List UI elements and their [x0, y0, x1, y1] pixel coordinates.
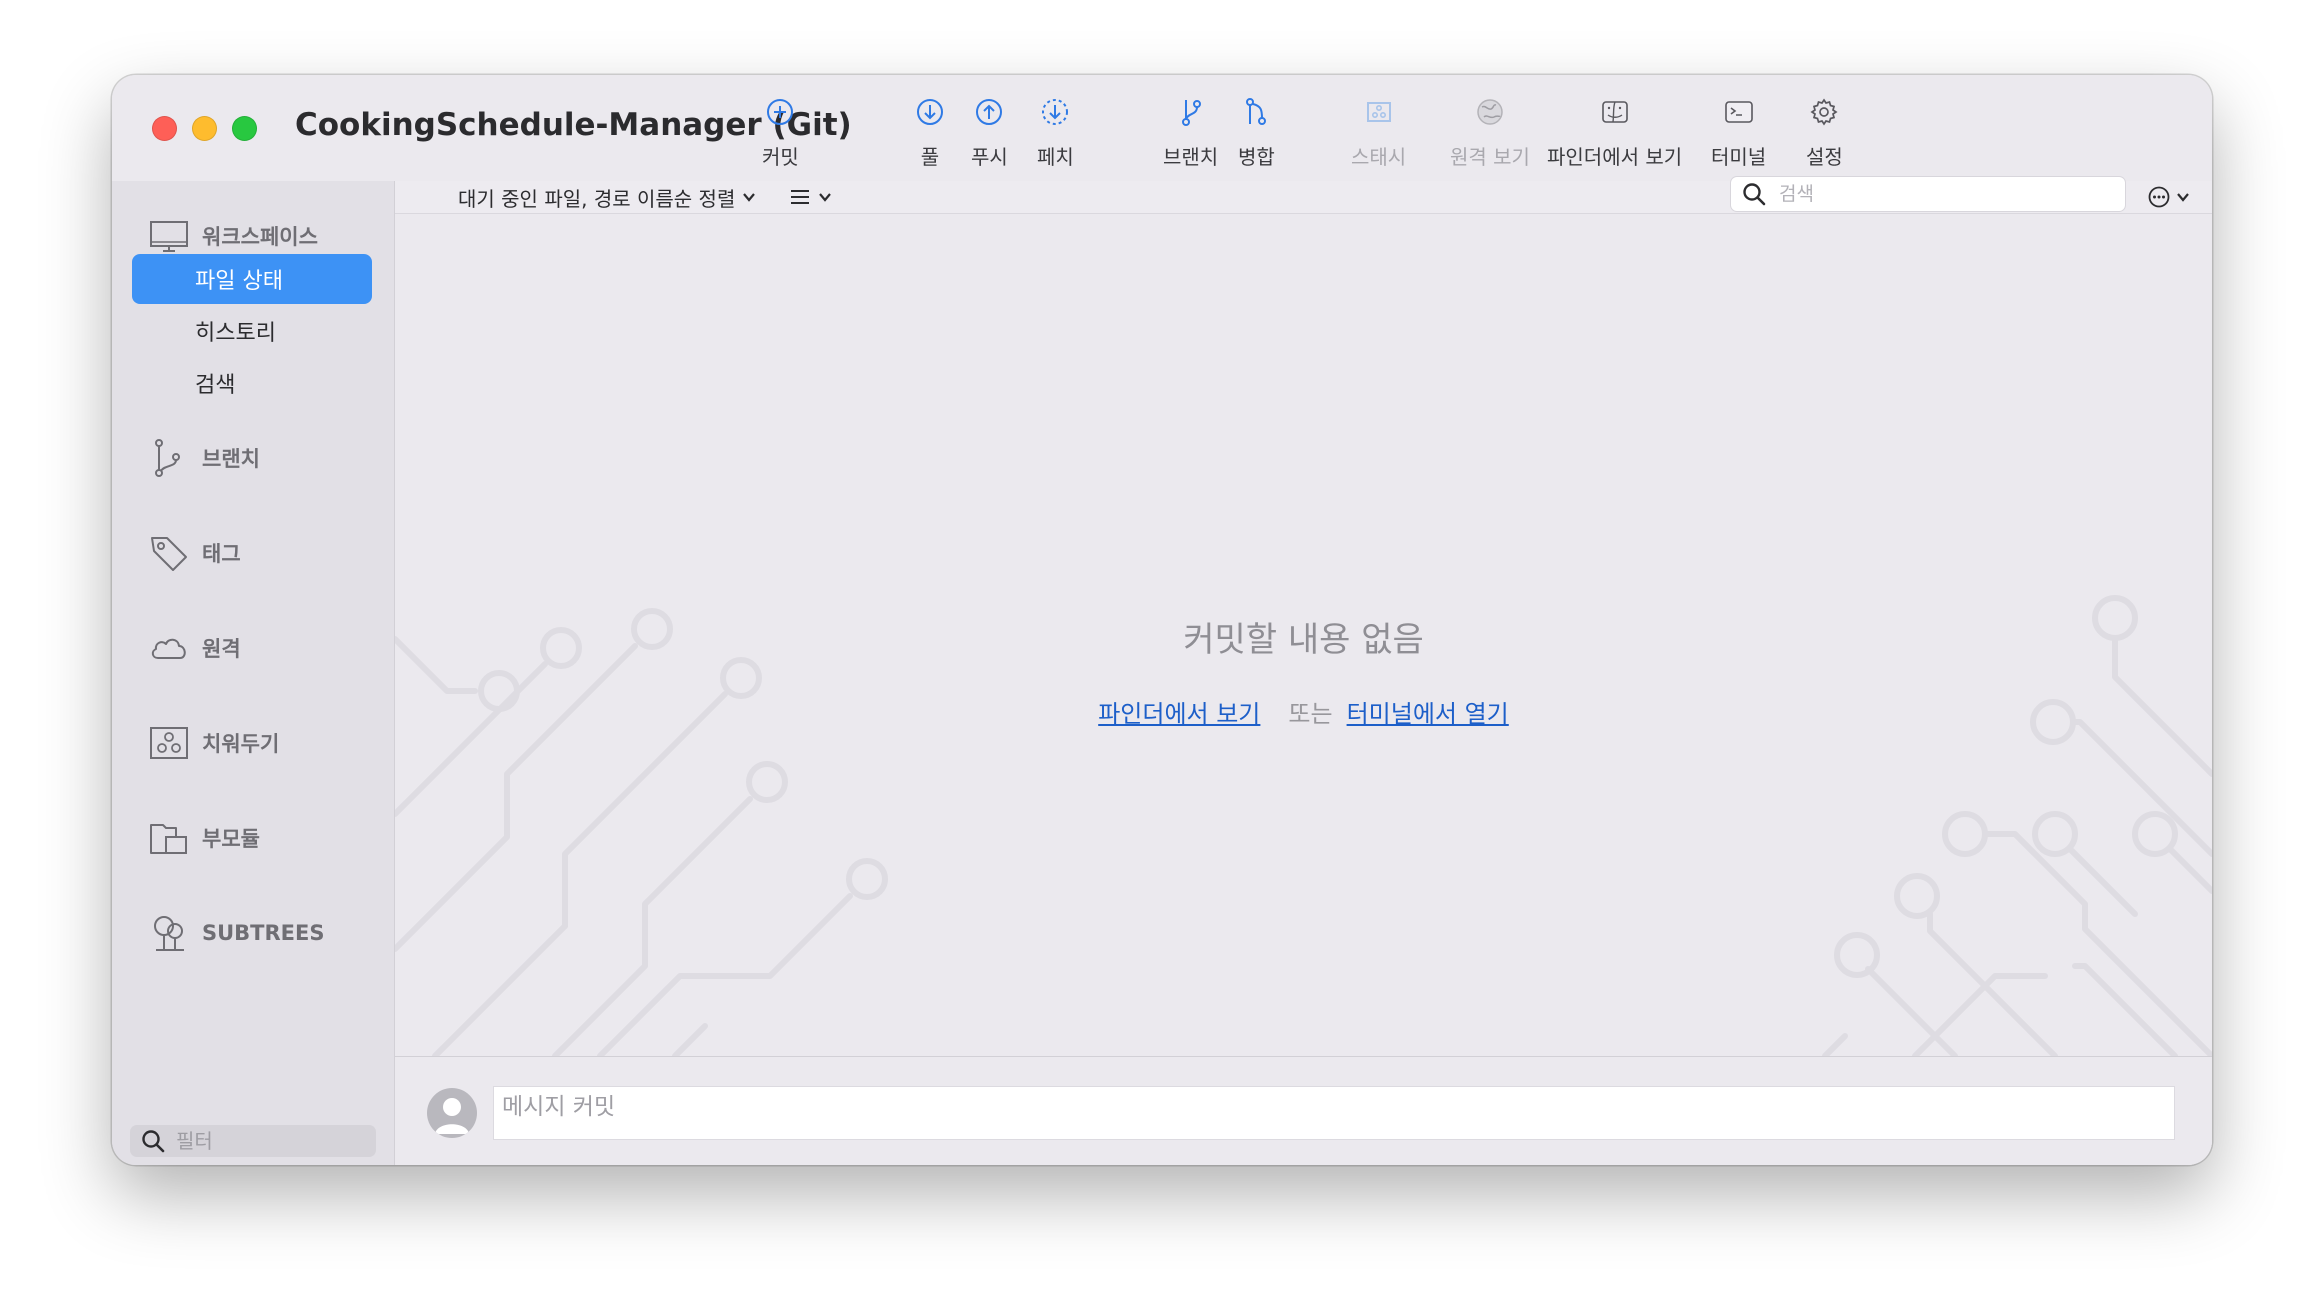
fetch-button[interactable]: 페치 — [1037, 95, 1074, 170]
file-search-input[interactable] — [1777, 182, 2111, 206]
sidebar-item-file-status[interactable]: 파일 상태 — [132, 254, 372, 304]
sidebar-section-branches-label: 브랜치 — [202, 447, 260, 471]
ellipsis-circle-icon — [2148, 186, 2170, 208]
branch-label: 브랜치 — [1163, 145, 1219, 169]
fetch-dashed-arrow-icon — [1042, 99, 1069, 125]
commit-button[interactable]: 커밋 — [762, 95, 799, 170]
pull-button[interactable]: 풀 — [913, 95, 947, 170]
sidebar: 워크스페이스 파일 상태 히스토리 검색 브랜치 태그 원격 치워두기 부모듈 … — [112, 181, 395, 1165]
terminal-button[interactable]: 터미널 — [1711, 95, 1766, 170]
or-text: 또는 — [1288, 700, 1333, 728]
title-bar: CookingSchedule-Manager (Git) 커밋 풀 푸시 페치… — [112, 75, 2212, 182]
chevron-down-icon — [2177, 193, 2189, 202]
sidebar-section-workspace[interactable]: 워크스페이스 — [148, 215, 318, 257]
user-silhouette-icon — [435, 1098, 469, 1134]
remote-view-label: 원격 보기 — [1450, 145, 1530, 169]
file-status-toolbar: 대기 중인 파일, 경로 이름순 정렬 — [395, 177, 2212, 214]
list-icon — [791, 190, 809, 204]
globe-icon — [1477, 99, 1503, 125]
commit-label: 커밋 — [762, 145, 799, 169]
show-in-finder-button[interactable]: 파인더에서 보기 — [1547, 95, 1682, 170]
sidebar-section-submodules-label: 부모듈 — [202, 827, 260, 851]
branch-icon — [1181, 100, 1201, 126]
settings-label: 설정 — [1806, 145, 1843, 169]
stash-box-icon — [1366, 102, 1391, 122]
sidebar-section-tags-label: 태그 — [202, 542, 241, 566]
sidebar-item-label: 히스토리 — [195, 321, 276, 346]
branch-icon — [155, 439, 180, 477]
commit-message-box — [493, 1086, 2175, 1140]
minimize-window-button[interactable] — [192, 116, 217, 141]
sidebar-section-subtrees[interactable]: SUBTREES — [148, 912, 325, 954]
commit-bar — [395, 1056, 2212, 1165]
avatar — [427, 1088, 477, 1138]
settings-button[interactable]: 설정 — [1806, 95, 1843, 170]
remote-view-button[interactable]: 원격 보기 — [1450, 95, 1530, 170]
open-in-terminal-link[interactable]: 터미널에서 열기 — [1347, 700, 1509, 728]
sidebar-section-branches[interactable]: 브랜치 — [148, 437, 260, 479]
pull-label: 풀 — [920, 145, 940, 169]
sidebar-section-tags[interactable]: 태그 — [148, 532, 241, 574]
monitor-icon — [150, 221, 188, 252]
app-window: CookingSchedule-Manager (Git) 커밋 풀 푸시 페치… — [112, 75, 2212, 1165]
search-icon — [142, 1130, 165, 1153]
sidebar-section-workspace-label: 워크스페이스 — [202, 225, 318, 249]
sidebar-section-submodules[interactable]: 부모듈 — [148, 817, 260, 859]
submodule-icon — [150, 824, 187, 854]
sidebar-section-subtrees-label: SUBTREES — [202, 921, 325, 945]
sort-dropdown-label: 대기 중인 파일, 경로 이름순 정렬 — [458, 186, 736, 211]
finder-icon — [1601, 101, 1628, 123]
sidebar-section-remotes[interactable]: 원격 — [148, 627, 241, 669]
merge-label: 병합 — [1238, 145, 1275, 169]
sort-dropdown[interactable]: 대기 중인 파일, 경로 이름순 정렬 — [458, 181, 757, 213]
close-window-button[interactable] — [152, 116, 177, 141]
gear-icon — [1810, 98, 1838, 126]
push-button[interactable]: 푸시 — [971, 95, 1008, 170]
sidebar-section-stashes[interactable]: 치워두기 — [148, 722, 279, 764]
sidebar-item-search[interactable]: 검색 — [132, 358, 372, 408]
tree-icon — [154, 916, 184, 951]
more-options-dropdown[interactable] — [2147, 181, 2191, 213]
terminal-label: 터미널 — [1711, 145, 1767, 169]
working-copy-area: 커밋할 내용 없음 파인더에서 보기 또는 터미널에서 열기 — [395, 214, 2212, 1056]
merge-button[interactable]: 병합 — [1238, 95, 1275, 170]
tag-icon — [151, 537, 187, 571]
merge-icon — [1246, 98, 1267, 125]
sidebar-item-label: 검색 — [195, 373, 236, 398]
main-panel: 대기 중인 파일, 경로 이름순 정렬 검색 커밋할 내용 없음 파인더에서 보… — [395, 177, 2212, 1165]
sidebar-item-label: 파일 상태 — [195, 269, 283, 294]
stash-label: 스태시 — [1351, 145, 1407, 169]
stash-box-icon — [150, 727, 188, 759]
commit-message-input[interactable] — [494, 1093, 2174, 1121]
empty-state-actions: 파인더에서 보기 또는 터미널에서 열기 — [395, 694, 2212, 729]
view-mode-dropdown[interactable] — [789, 181, 833, 213]
sidebar-section-stashes-label: 치워두기 — [202, 732, 280, 756]
search-icon — [1743, 183, 1766, 206]
zoom-window-button[interactable] — [232, 116, 257, 141]
sidebar-item-history[interactable]: 히스토리 — [132, 306, 372, 356]
show-in-finder-label: 파인더에서 보기 — [1547, 145, 1683, 169]
stash-button[interactable]: 스태시 — [1351, 95, 1406, 170]
cloud-icon — [151, 638, 186, 659]
terminal-icon — [1724, 101, 1753, 123]
chevron-down-icon — [819, 193, 831, 202]
push-label: 푸시 — [971, 145, 1008, 169]
commit-plus-icon — [767, 99, 794, 125]
pull-arrow-down-icon — [917, 99, 943, 125]
filter-input[interactable] — [174, 1128, 368, 1154]
push-arrow-up-icon — [976, 99, 1003, 125]
file-search-box — [1731, 177, 2125, 211]
chevron-down-icon — [743, 193, 756, 202]
show-in-finder-link[interactable]: 파인더에서 보기 — [1098, 700, 1260, 728]
branch-button[interactable]: 브랜치 — [1163, 95, 1218, 170]
fetch-label: 페치 — [1037, 145, 1074, 169]
empty-state-title: 커밋할 내용 없음 — [1183, 620, 1424, 660]
sidebar-section-remotes-label: 원격 — [202, 637, 241, 661]
sidebar-filter — [130, 1125, 376, 1157]
